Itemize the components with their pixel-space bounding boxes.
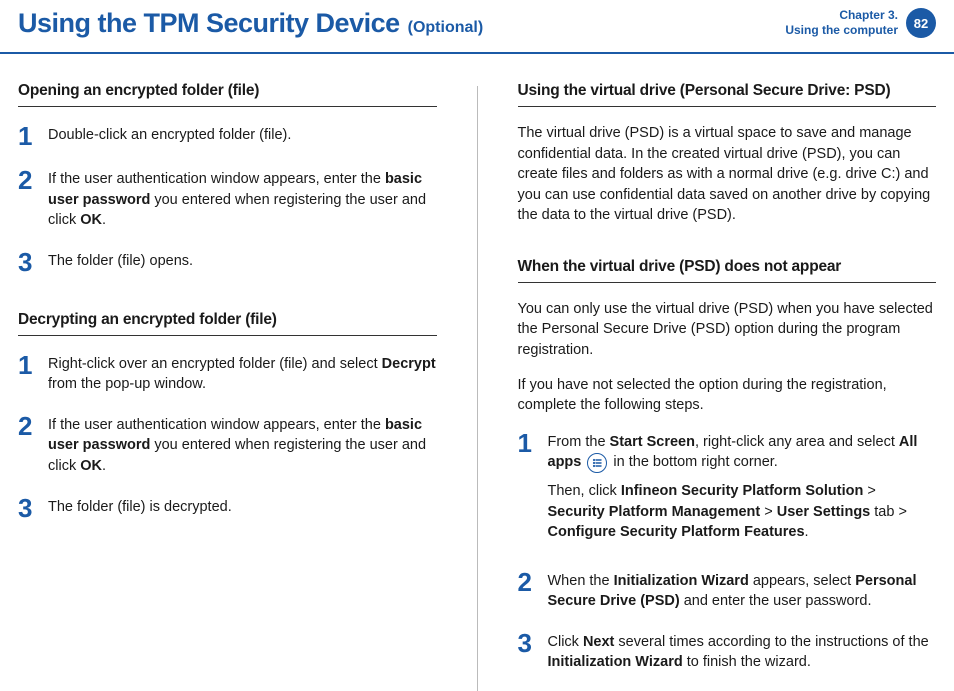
step-text: from the pop-up window. [48, 376, 206, 392]
step-number: 1 [18, 352, 36, 395]
chapter-line-2: Using the computer [785, 23, 898, 38]
chapter-text: Chapter 3. Using the computer [785, 8, 898, 38]
step-text: . [805, 524, 809, 540]
step-number: 3 [18, 495, 36, 521]
right-column: Using the virtual drive (Personal Secure… [518, 82, 937, 691]
step-text: appears, select [749, 573, 855, 589]
step-text: in the bottom right corner. [613, 454, 777, 470]
step-text: Right-click over an encrypted folder (fi… [48, 356, 382, 372]
step-text: If the user authentication window appear… [48, 417, 385, 433]
step-body: When the Initialization Wizard appears, … [548, 569, 937, 612]
psd-missing-para-2: If you have not selected the option duri… [518, 375, 937, 416]
bold-ok: OK [80, 458, 102, 474]
step-body: Right-click over an encrypted folder (fi… [48, 352, 437, 395]
step-text: Double-click an encrypted folder (file). [48, 127, 291, 143]
step-text: . [102, 212, 106, 228]
step-number: 2 [518, 569, 536, 612]
step-text: From the [548, 434, 610, 450]
chapter-block: Chapter 3. Using the computer 82 [785, 8, 936, 38]
column-divider [477, 86, 478, 691]
step-text: to finish the wizard. [683, 654, 811, 670]
decrypt-step-2: 2 If the user authentication window appe… [18, 413, 437, 477]
page-header: Using the TPM Security Device (Optional)… [0, 0, 954, 54]
left-column: Opening an encrypted folder (file) 1 Dou… [18, 82, 437, 691]
bold-infineon: Infineon Security Platform Solution [621, 483, 864, 499]
step-body: Double-click an encrypted folder (file). [48, 123, 291, 149]
step-text: and enter the user password. [680, 593, 872, 609]
step-number: 2 [18, 413, 36, 477]
bold-init-wizard: Initialization Wizard [614, 573, 749, 589]
step-number: 1 [518, 430, 536, 551]
content-columns: Opening an encrypted folder (file) 1 Dou… [0, 54, 954, 691]
step-text: The folder (file) opens. [48, 253, 193, 269]
step-number: 3 [518, 630, 536, 673]
psd-step-3: 3 Click Next several times according to … [518, 630, 937, 673]
step-text: tab > [870, 504, 907, 520]
step-body: The folder (file) is decrypted. [48, 495, 232, 521]
step-text: several times according to the instructi… [614, 634, 928, 650]
all-apps-icon [587, 453, 607, 473]
section-head-psd-missing: When the virtual drive (PSD) does not ap… [518, 258, 937, 283]
bold-init-wizard: Initialization Wizard [548, 654, 683, 670]
step-number: 3 [18, 249, 36, 275]
step-text: When the [548, 573, 614, 589]
step-body: If the user authentication window appear… [48, 413, 437, 477]
section-head-decrypting: Decrypting an encrypted folder (file) [18, 311, 437, 336]
bold-start-screen: Start Screen [610, 434, 695, 450]
step-text: > [863, 483, 876, 499]
bold-ok: OK [80, 212, 102, 228]
psd-step-1: 1 From the Start Screen, right-click any… [518, 430, 937, 551]
step-body: Click Next several times according to th… [548, 630, 937, 673]
title-group: Using the TPM Security Device (Optional) [18, 8, 483, 39]
section-head-psd: Using the virtual drive (Personal Secure… [518, 82, 937, 107]
bold-user-settings: User Settings [777, 504, 870, 520]
psd-missing-para-1: You can only use the virtual drive (PSD)… [518, 299, 937, 361]
step-text: If the user authentication window appear… [48, 171, 385, 187]
decrypt-step-3: 3 The folder (file) is decrypted. [18, 495, 437, 521]
decrypt-step-1: 1 Right-click over an encrypted folder (… [18, 352, 437, 395]
step-text: > [760, 504, 777, 520]
open-step-3: 3 The folder (file) opens. [18, 249, 437, 275]
page-number-badge: 82 [906, 8, 936, 38]
page-title: Using the TPM Security Device [18, 8, 400, 39]
open-step-1: 1 Double-click an encrypted folder (file… [18, 123, 437, 149]
step-body: From the Start Screen, right-click any a… [548, 430, 937, 551]
step-body: The folder (file) opens. [48, 249, 193, 275]
section-head-opening: Opening an encrypted folder (file) [18, 82, 437, 107]
bold-next: Next [583, 634, 614, 650]
step-text: The folder (file) is decrypted. [48, 499, 232, 515]
page-subtitle: (Optional) [408, 19, 484, 37]
psd-step-2: 2 When the Initialization Wizard appears… [518, 569, 937, 612]
step-number: 1 [18, 123, 36, 149]
step-text: . [102, 458, 106, 474]
psd-description: The virtual drive (PSD) is a virtual spa… [518, 123, 937, 226]
bold-configure-features: Configure Security Platform Features [548, 524, 805, 540]
chapter-line-1: Chapter 3. [785, 8, 898, 23]
bold-decrypt: Decrypt [382, 356, 436, 372]
open-step-2: 2 If the user authentication window appe… [18, 167, 437, 231]
step-body: If the user authentication window appear… [48, 167, 437, 231]
step-number: 2 [18, 167, 36, 231]
step-text: , right-click any area and select [695, 434, 899, 450]
step-text: Click [548, 634, 583, 650]
bold-platform-mgmt: Security Platform Management [548, 504, 761, 520]
step-text: Then, click [548, 483, 621, 499]
